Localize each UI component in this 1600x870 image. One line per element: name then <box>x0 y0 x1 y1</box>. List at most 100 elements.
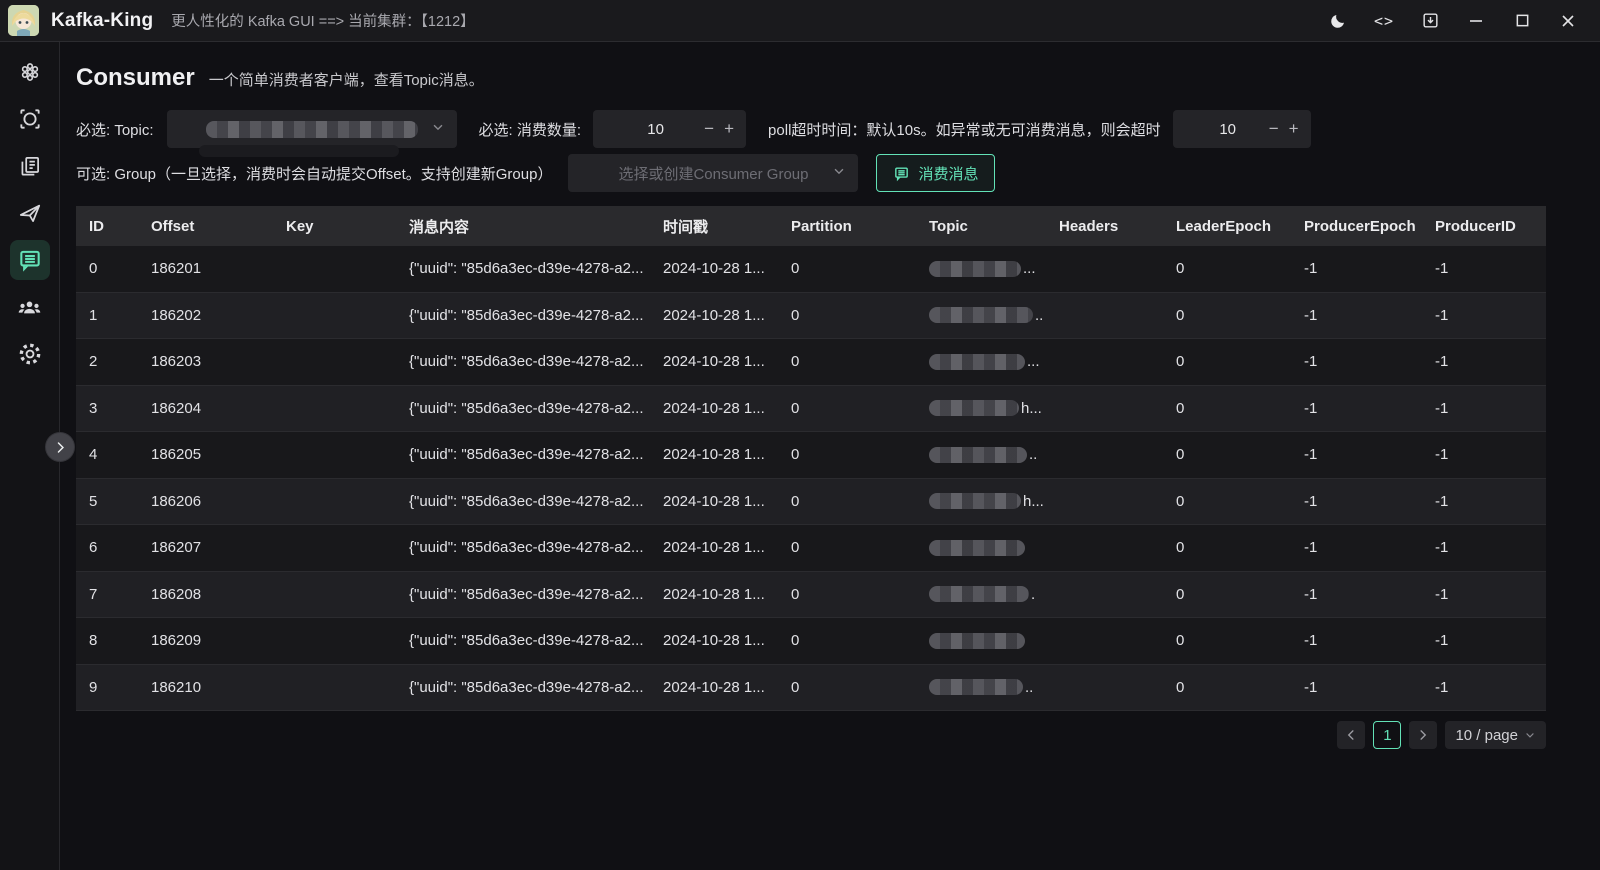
cell-leader-epoch: 0 <box>1163 493 1291 510</box>
topic-redacted-pill <box>929 540 1025 556</box>
poll-increment-button[interactable]: + <box>1289 119 1299 139</box>
table-row[interactable]: 2 186203 {"uuid": "85d6a3ec-d39e-4278-a2… <box>76 339 1546 386</box>
cell-topic: h... <box>916 493 1046 510</box>
cell-timestamp: 2024-10-28 1... <box>650 400 778 417</box>
topic-redacted-pill <box>929 354 1025 370</box>
sidebar-item-producer[interactable] <box>10 193 50 233</box>
table-body: 0 186201 {"uuid": "85d6a3ec-d39e-4278-a2… <box>76 246 1546 711</box>
cell-id: 9 <box>76 679 138 696</box>
consume-count-input[interactable]: 10 − + <box>593 110 746 148</box>
group-select-placeholder: 选择或创建Consumer Group <box>618 163 808 184</box>
cell-partition: 0 <box>778 632 916 649</box>
consumer-form-row-1: 必选: Topic: 必选: 消费数量: 10 − + poll超时时间：默认1… <box>61 110 1600 148</box>
topic-suffix: .. <box>1029 446 1037 463</box>
cell-offset: 186207 <box>138 539 273 556</box>
cell-partition: 0 <box>778 446 916 463</box>
cell-topic: ... <box>916 353 1046 370</box>
cell-producer-epoch: -1 <box>1291 353 1422 370</box>
page-header: Consumer 一个简单消费者客户端，查看Topic消息。 <box>61 42 1600 92</box>
table-row[interactable]: 7 186208 {"uuid": "85d6a3ec-d39e-4278-a2… <box>76 572 1546 619</box>
sidebar-expand-button[interactable] <box>46 433 74 461</box>
group-select[interactable]: 选择或创建Consumer Group <box>568 154 858 192</box>
col-header-offset: Offset <box>138 218 273 235</box>
minimize-button[interactable] <box>1458 6 1494 36</box>
topic-redacted-pill <box>929 447 1027 463</box>
cell-leader-epoch: 0 <box>1163 400 1291 417</box>
consume-messages-button[interactable]: 消费消息 <box>876 154 995 192</box>
cell-offset: 186204 <box>138 400 273 417</box>
count-decrement-button[interactable]: − <box>704 119 714 139</box>
sidebar-item-groups[interactable] <box>10 287 50 327</box>
cell-producer-id: -1 <box>1422 586 1546 603</box>
prev-page-button[interactable] <box>1337 721 1365 749</box>
cell-producer-epoch: -1 <box>1291 679 1422 696</box>
close-button[interactable] <box>1550 6 1586 36</box>
table-row[interactable]: 4 186205 {"uuid": "85d6a3ec-d39e-4278-a2… <box>76 432 1546 479</box>
sidebar-item-cluster[interactable] <box>10 52 50 92</box>
poll-timeout-input[interactable]: 10 − + <box>1173 110 1311 148</box>
col-header-producer-epoch: ProducerEpoch <box>1291 218 1422 235</box>
cell-id: 0 <box>76 260 138 277</box>
maximize-button[interactable] <box>1504 6 1540 36</box>
cell-id: 8 <box>76 632 138 649</box>
sidebar-item-scan[interactable] <box>10 99 50 139</box>
cell-timestamp: 2024-10-28 1... <box>650 446 778 463</box>
download-update-icon[interactable] <box>1412 6 1448 36</box>
table-row[interactable]: 9 186210 {"uuid": "85d6a3ec-d39e-4278-a2… <box>76 665 1546 712</box>
table-row[interactable]: 5 186206 {"uuid": "85d6a3ec-d39e-4278-a2… <box>76 479 1546 526</box>
theme-toggle-moon-icon[interactable] <box>1320 6 1356 36</box>
cell-producer-epoch: -1 <box>1291 539 1422 556</box>
cell-partition: 0 <box>778 353 916 370</box>
topic-select[interactable] <box>167 110 457 148</box>
app-logo-avatar <box>8 5 39 36</box>
cell-leader-epoch: 0 <box>1163 353 1291 370</box>
topic-suffix: ... <box>1023 260 1036 277</box>
sidebar-item-consumer[interactable] <box>10 240 50 280</box>
sidebar-item-topics[interactable] <box>10 146 50 186</box>
topic-redacted-pill <box>929 307 1033 323</box>
table-row[interactable]: 0 186201 {"uuid": "85d6a3ec-d39e-4278-a2… <box>76 246 1546 293</box>
count-increment-button[interactable]: + <box>724 119 734 139</box>
page-title: Consumer <box>76 64 195 92</box>
col-header-timestamp: 时间戳 <box>650 216 778 237</box>
cell-topic: .. <box>916 307 1046 324</box>
cell-producer-id: -1 <box>1422 632 1546 649</box>
pagination: 1 10 / page <box>76 721 1546 749</box>
topic-redacted-pill <box>929 400 1019 416</box>
table-row[interactable]: 8 186209 {"uuid": "85d6a3ec-d39e-4278-a2… <box>76 618 1546 665</box>
cell-timestamp: 2024-10-28 1... <box>650 632 778 649</box>
table-row[interactable]: 6 186207 {"uuid": "85d6a3ec-d39e-4278-a2… <box>76 525 1546 572</box>
cell-partition: 0 <box>778 307 916 324</box>
cell-producer-id: -1 <box>1422 400 1546 417</box>
cell-producer-epoch: -1 <box>1291 260 1422 277</box>
chat-icon <box>893 165 910 182</box>
table-row[interactable]: 3 186204 {"uuid": "85d6a3ec-d39e-4278-a2… <box>76 386 1546 433</box>
cell-timestamp: 2024-10-28 1... <box>650 679 778 696</box>
cell-topic: . <box>916 586 1046 603</box>
col-header-key: Key <box>273 218 396 235</box>
app-title: Kafka-King <box>51 10 153 32</box>
cell-partition: 0 <box>778 539 916 556</box>
poll-timeout-label: poll超时时间：默认10s。如异常或无可消费消息，则会超时 <box>768 119 1161 140</box>
next-page-button[interactable] <box>1409 721 1437 749</box>
table-row[interactable]: 1 186202 {"uuid": "85d6a3ec-d39e-4278-a2… <box>76 293 1546 340</box>
page-size-select[interactable]: 10 / page <box>1445 721 1546 749</box>
devtools-icon[interactable]: <> <box>1366 6 1402 36</box>
sidebar-item-settings[interactable] <box>10 334 50 374</box>
cell-topic: ... <box>916 260 1046 277</box>
cell-timestamp: 2024-10-28 1... <box>650 260 778 277</box>
topic-redacted-pill <box>929 261 1021 277</box>
current-page-button[interactable]: 1 <box>1373 721 1401 749</box>
cell-partition: 0 <box>778 679 916 696</box>
cell-id: 5 <box>76 493 138 510</box>
cell-leader-epoch: 0 <box>1163 539 1291 556</box>
cell-producer-id: -1 <box>1422 493 1546 510</box>
topic-redacted-pill <box>929 679 1023 695</box>
table-header-row: ID Offset Key 消息内容 时间戳 Partition Topic H… <box>76 206 1546 246</box>
cell-partition: 0 <box>778 586 916 603</box>
col-header-headers: Headers <box>1046 218 1163 235</box>
cell-producer-id: -1 <box>1422 307 1546 324</box>
cell-topic <box>916 633 1046 649</box>
cell-message: {"uuid": "85d6a3ec-d39e-4278-a2... <box>396 493 650 510</box>
poll-decrement-button[interactable]: − <box>1269 119 1279 139</box>
